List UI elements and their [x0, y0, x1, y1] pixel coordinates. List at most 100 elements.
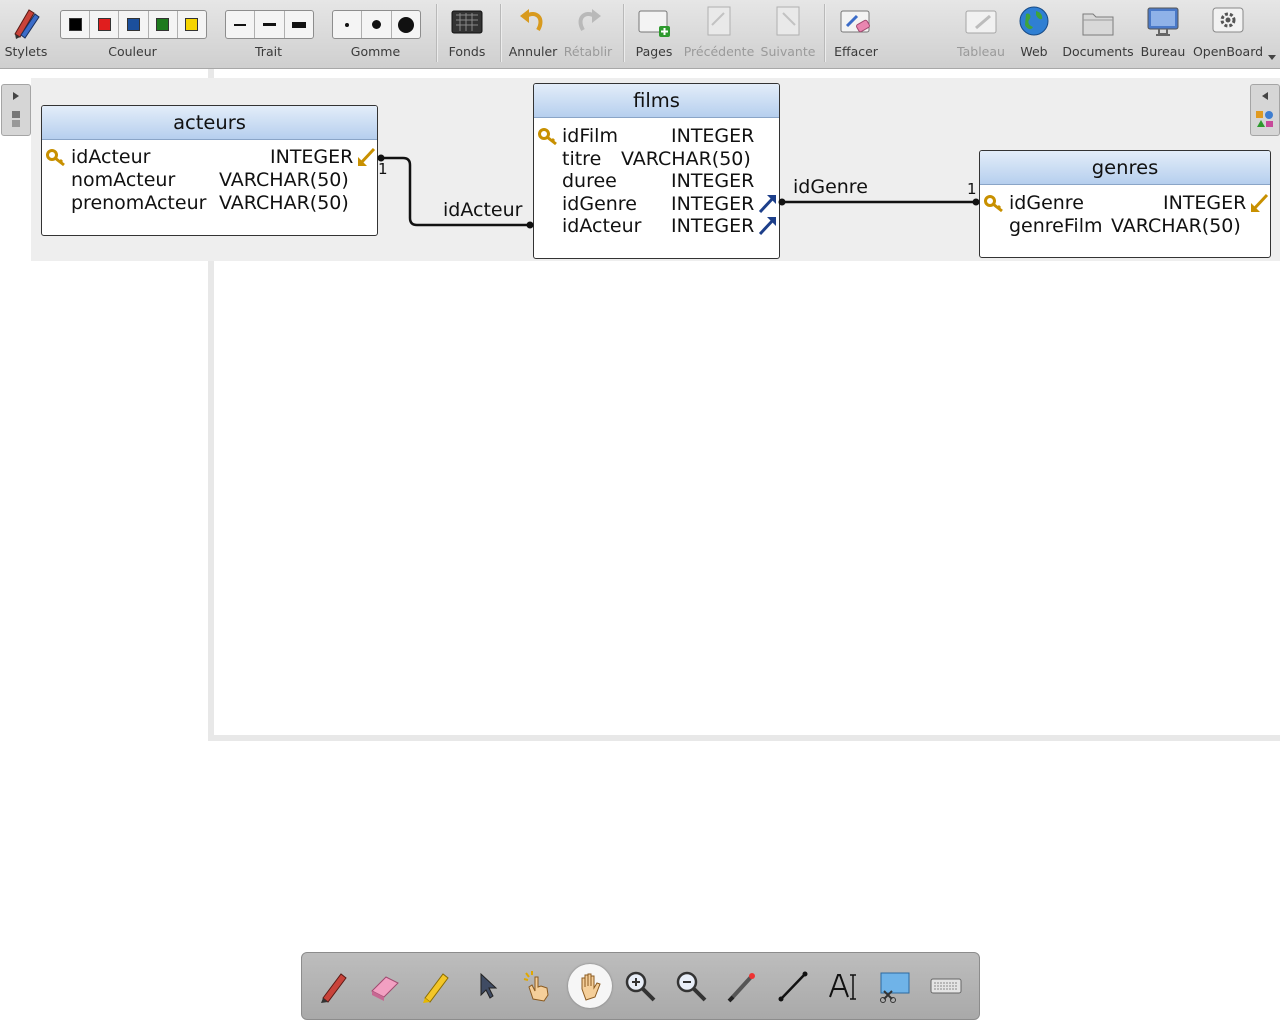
- openboard-label: OpenBoard: [1192, 44, 1264, 59]
- board-canvas[interactable]: acteurs idActeur INTEGER nomActeur VARCH…: [0, 69, 1280, 1024]
- table-films[interactable]: films idFilm INTEGER titre VARCHAR(50) d…: [533, 83, 780, 259]
- undo-icon: [520, 9, 543, 32]
- redo-icon: [578, 9, 601, 32]
- highlighter-icon: [423, 973, 449, 1003]
- field-type: INTEGER: [671, 170, 755, 192]
- zoom-out-tool-button[interactable]: [669, 964, 713, 1008]
- clear-page-icon: [840, 10, 870, 33]
- table-genres[interactable]: genres idGenre INTEGER genreFilm VARCHAR…: [979, 150, 1271, 258]
- tableau-button[interactable]: Tableau: [955, 0, 1007, 68]
- bottom-tool-bar: [301, 952, 980, 1020]
- field-name: nomActeur: [71, 169, 176, 191]
- cardinality-label: 1: [967, 180, 977, 198]
- eraser-tool-button[interactable]: [363, 964, 407, 1008]
- line-icon: [778, 971, 808, 1002]
- field-name: idGenre: [562, 193, 637, 215]
- field-type: INTEGER: [1163, 192, 1247, 214]
- retablir-label: Rétablir: [563, 44, 613, 59]
- zoom-out-icon: [676, 971, 707, 1002]
- field-row: genreFilm VARCHAR(50): [980, 215, 1270, 237]
- field-name: idGenre: [1009, 192, 1084, 214]
- field-row: idFilm INTEGER: [534, 125, 779, 147]
- screen-capture-icon: [880, 972, 910, 1003]
- toolbar-separator: [500, 4, 502, 62]
- right-panel-toggle[interactable]: [1250, 84, 1280, 136]
- zoom-in-tool-button[interactable]: [618, 964, 662, 1008]
- laser-pointer-tool-button[interactable]: [720, 964, 764, 1008]
- hand-icon: [581, 973, 601, 1001]
- documents-label: Documents: [1062, 44, 1134, 59]
- pen-icon: [321, 973, 347, 1003]
- field-name: duree: [562, 170, 617, 192]
- field-type: VARCHAR(50): [1111, 215, 1241, 237]
- annuler-label: Annuler: [508, 44, 558, 59]
- documents-button[interactable]: Documents: [1062, 0, 1134, 68]
- field-name: prenomActeur: [71, 192, 207, 214]
- selector-tool-button[interactable]: [465, 964, 509, 1008]
- board-icon: [965, 10, 997, 34]
- pen-tool-button[interactable]: [312, 964, 356, 1008]
- bureau-label: Bureau: [1140, 44, 1186, 59]
- virtual-keyboard-button[interactable]: [924, 964, 968, 1008]
- undo-button[interactable]: Annuler: [508, 0, 558, 68]
- couleur-group: Couleur: [60, 0, 205, 68]
- previous-page-button[interactable]: Précédente: [683, 0, 755, 68]
- redo-button[interactable]: Rétablir: [563, 0, 613, 68]
- bureau-button[interactable]: Bureau: [1139, 0, 1187, 68]
- arrow-left-icon: [1262, 92, 1268, 100]
- hand-tool-button[interactable]: [568, 964, 612, 1008]
- toolbar-separator: [824, 4, 826, 62]
- relation-label-idacteur: idActeur: [443, 199, 523, 221]
- web-button[interactable]: Web: [1013, 0, 1055, 68]
- er-diagram[interactable]: acteurs idActeur INTEGER nomActeur VARCH…: [31, 78, 1280, 261]
- clear-page-button[interactable]: Effacer: [832, 0, 880, 68]
- laser-pointer-icon: [727, 973, 755, 1003]
- line-tool-button[interactable]: [771, 964, 815, 1008]
- foreign-key-arrow-icon: [358, 147, 376, 166]
- capture-tool-button[interactable]: [873, 964, 917, 1008]
- field-type: VARCHAR(50): [219, 169, 349, 191]
- field-row: titre VARCHAR(50): [534, 148, 779, 170]
- openboard-menu-button[interactable]: OpenBoard: [1191, 0, 1265, 68]
- field-row: idActeur INTEGER: [42, 146, 377, 168]
- pages-icon: [12, 111, 20, 127]
- desktop-icon: [1147, 7, 1179, 36]
- stylets-button[interactable]: Stylets: [0, 0, 52, 68]
- field-row: prenomActeur VARCHAR(50): [42, 192, 377, 214]
- next-page-button[interactable]: Suivante: [758, 0, 818, 68]
- pages-button[interactable]: Pages: [631, 0, 677, 68]
- trait-group: Trait: [225, 0, 312, 68]
- foreign-key-arrow-icon: [758, 195, 776, 214]
- effacer-label: Effacer: [834, 44, 878, 59]
- next-page-icon: [776, 6, 800, 36]
- field-type: INTEGER: [671, 125, 755, 147]
- field-row: nomActeur VARCHAR(50): [42, 169, 377, 191]
- tableau-label: Tableau: [957, 44, 1005, 59]
- table-title: films: [534, 84, 779, 118]
- stylets-label: Stylets: [4, 44, 48, 59]
- field-row: idGenre INTEGER: [534, 193, 779, 215]
- highlighter-tool-button[interactable]: [414, 964, 458, 1008]
- zoom-in-icon: [625, 971, 656, 1002]
- field-type: INTEGER: [671, 215, 755, 237]
- field-type: VARCHAR(50): [621, 148, 751, 170]
- field-row: idGenre INTEGER: [980, 192, 1270, 214]
- text-tool-button[interactable]: [822, 964, 866, 1008]
- eraser-icon: [371, 976, 399, 1001]
- table-acteurs[interactable]: acteurs idActeur INTEGER nomActeur VARCH…: [41, 105, 378, 236]
- pointing-hand-icon: [523, 971, 549, 1002]
- chevron-down-icon[interactable]: [1268, 55, 1276, 61]
- left-panel-toggle[interactable]: [1, 84, 31, 136]
- suivante-label: Suivante: [760, 44, 816, 59]
- fonds-button[interactable]: Fonds: [444, 0, 490, 68]
- interact-tool-button[interactable]: [516, 964, 560, 1008]
- globe-icon: [1019, 6, 1049, 36]
- field-row: duree INTEGER: [534, 170, 779, 192]
- cardinality-label: 1: [378, 160, 388, 178]
- field-name: genreFilm: [1009, 215, 1103, 237]
- trait-label: Trait: [255, 44, 282, 59]
- table-title: acteurs: [42, 106, 377, 140]
- field-type: VARCHAR(50): [219, 192, 349, 214]
- field-type: INTEGER: [270, 146, 354, 168]
- gear-icon: [1212, 7, 1244, 33]
